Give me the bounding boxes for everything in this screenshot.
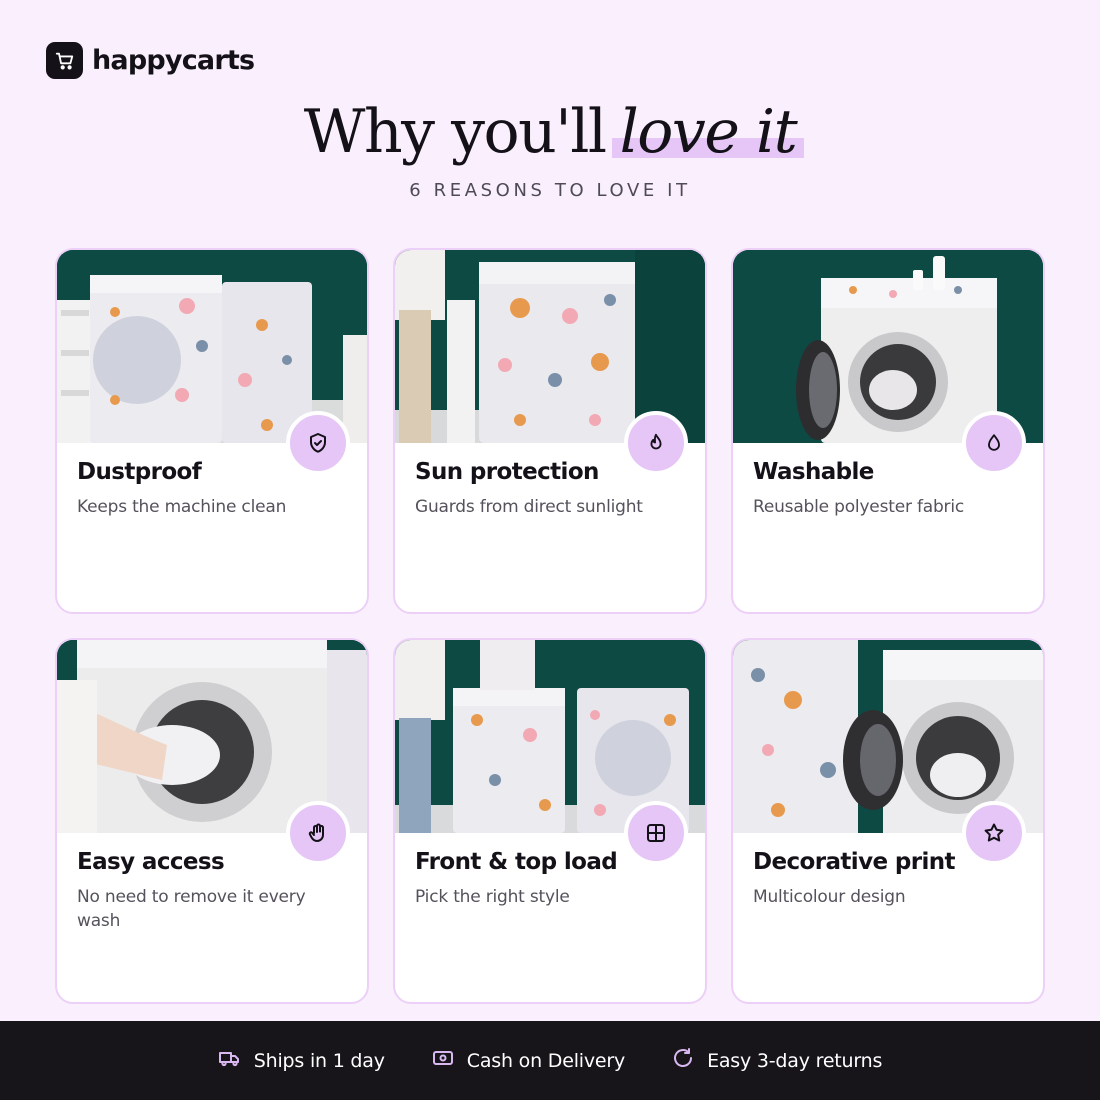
feature-card-dustproof: Dustproof Keeps the machine clean [55, 248, 369, 614]
hand-icon [286, 801, 350, 865]
droplet-icon [962, 411, 1026, 475]
feature-card-front-top-load: Front & top load Pick the right style [393, 638, 707, 1004]
card-title: Washable [753, 459, 874, 485]
feature-card-washable: Washable Reusable polyester fabric [731, 248, 1045, 614]
shield-check-icon [286, 411, 350, 475]
card-title: Front & top load [415, 849, 618, 875]
flame-icon [624, 411, 688, 475]
card-description: Multicolour design [753, 887, 906, 907]
card-title: Easy access [77, 849, 225, 875]
grid-icon [624, 801, 688, 865]
brand-name: happycarts [92, 45, 255, 76]
footer-item-shipping: Ships in 1 day [218, 1046, 385, 1075]
return-icon [671, 1046, 695, 1075]
card-title: Dustproof [77, 459, 202, 485]
footer-item-label: Easy 3-day returns [707, 1049, 883, 1072]
brand-logo[interactable]: happycarts [46, 42, 255, 79]
star-icon [962, 801, 1026, 865]
card-description: Pick the right style [415, 887, 570, 907]
feature-card-easy-access: Easy access No need to remove it every w… [55, 638, 369, 1004]
footer-item-returns: Easy 3-day returns [671, 1046, 882, 1075]
page-subtitle: 6 REASONS TO LOVE IT [409, 180, 691, 201]
footer-item-cod: Cash on Delivery [431, 1046, 625, 1075]
feature-card-decorative-print: Decorative print Multicolour design [731, 638, 1045, 1004]
page-title-main: Why you'll [303, 97, 607, 167]
feature-card-sun-protection: Sun protection Guards from direct sunlig… [393, 248, 707, 614]
footer-features: Ships in 1 day Cash on Delivery Easy 3-d… [0, 1021, 1100, 1100]
footer-item-label: Ships in 1 day [253, 1049, 385, 1072]
footer-item-label: Cash on Delivery [466, 1049, 626, 1072]
page-title-accent: love it [611, 92, 804, 172]
truck-icon [218, 1046, 242, 1075]
card-title: Sun protection [415, 459, 599, 485]
card-description: Keeps the machine clean [77, 497, 287, 517]
card-title: Decorative print [753, 849, 956, 875]
cash-icon [431, 1046, 455, 1075]
card-description: No need to remove it every wash [77, 887, 306, 931]
cart-icon [46, 42, 83, 79]
card-description: Guards from direct sunlight [415, 497, 643, 517]
card-description: Reusable polyester fabric [753, 497, 964, 517]
page-title: Why you'll love it [0, 92, 1100, 172]
